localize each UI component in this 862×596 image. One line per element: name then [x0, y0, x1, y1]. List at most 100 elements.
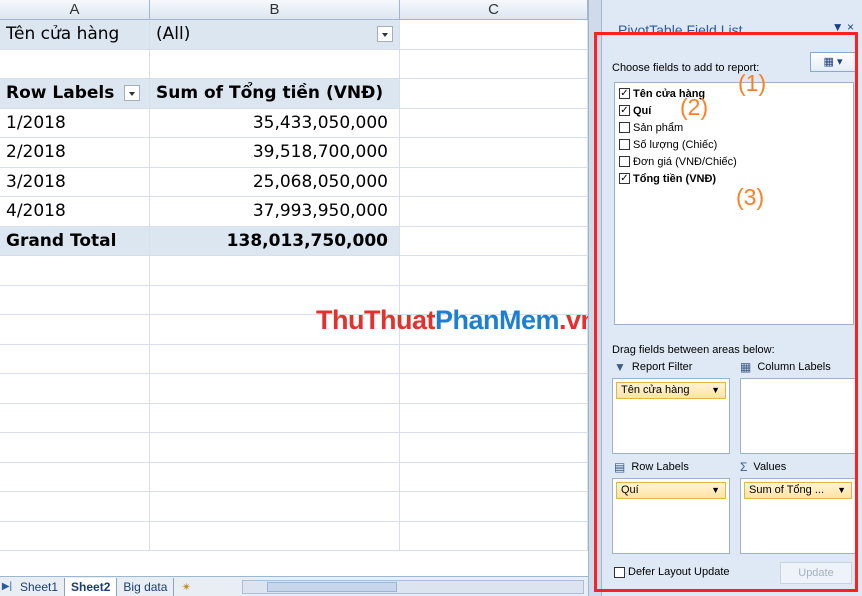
column-labels-area[interactable] [740, 378, 856, 454]
empty-cell[interactable] [400, 167, 588, 196]
empty-cell[interactable] [0, 256, 150, 285]
empty-cell[interactable] [400, 108, 588, 137]
empty-cell[interactable] [0, 374, 150, 403]
sum-header-cell[interactable]: Sum of Tổng tiền (VNĐ) [150, 79, 400, 108]
empty-cell[interactable] [0, 462, 150, 491]
grand-total-label[interactable]: Grand Total [0, 226, 150, 255]
chevron-down-icon[interactable]: ▼ [711, 483, 720, 498]
empty-cell[interactable] [400, 344, 588, 373]
empty-cell[interactable] [0, 521, 150, 550]
empty-cell[interactable] [0, 492, 150, 521]
row-label-cell[interactable]: 3/2018 [0, 167, 150, 196]
table-row [0, 462, 588, 492]
field-item-ten-cua-hang[interactable]: ✓ Tên cửa hàng [619, 85, 849, 102]
empty-cell[interactable] [0, 285, 150, 314]
row-label-cell[interactable]: 4/2018 [0, 197, 150, 226]
pane-splitter[interactable] [588, 0, 602, 596]
empty-cell[interactable] [150, 462, 400, 491]
row-labels-area[interactable]: Quí ▼ [612, 478, 730, 554]
empty-cell[interactable] [0, 315, 150, 344]
row-label-cell[interactable]: 2/2018 [0, 138, 150, 167]
empty-cell[interactable] [150, 256, 400, 285]
filter-label-cell[interactable]: Tên cửa hàng [0, 20, 150, 49]
row-labels-header-cell[interactable]: Row Labels [0, 79, 150, 108]
empty-cell[interactable] [150, 49, 400, 78]
column-header-c[interactable]: C [400, 0, 588, 19]
checkbox-checked-icon[interactable]: ✓ [619, 88, 630, 99]
empty-cell[interactable] [150, 344, 400, 373]
row-value-cell[interactable]: 35,433,050,000 [150, 108, 400, 137]
checkbox-checked-icon[interactable]: ✓ [619, 173, 630, 184]
field-item-tong-tien[interactable]: ✓ Tổng tiền (VNĐ) [619, 170, 849, 187]
table-row: Row Labels Sum of Tổng tiền (VNĐ) [0, 79, 588, 109]
row-value-cell[interactable]: 25,068,050,000 [150, 167, 400, 196]
chevron-down-icon[interactable]: ▼ [711, 383, 720, 398]
empty-cell[interactable] [400, 226, 588, 255]
empty-cell[interactable] [150, 492, 400, 521]
area-title-label: Report Filter [631, 361, 693, 373]
checkbox-icon[interactable] [619, 122, 630, 133]
checkbox-icon[interactable] [619, 156, 630, 167]
empty-cell[interactable] [0, 403, 150, 432]
row-value-cell[interactable]: 37,993,950,000 [150, 197, 400, 226]
row-labels-field-pill[interactable]: Quí ▼ [616, 482, 726, 499]
column-header-b[interactable]: B [150, 0, 400, 19]
empty-cell[interactable] [400, 138, 588, 167]
layout-icon: ▦ ▾ [823, 56, 843, 68]
empty-cell[interactable] [150, 403, 400, 432]
row-labels-title: ▤ Row Labels [614, 460, 689, 474]
report-filter-area[interactable]: Tên cửa hàng ▼ [612, 378, 730, 454]
empty-cell[interactable] [400, 374, 588, 403]
empty-cell[interactable] [400, 256, 588, 285]
field-layout-button[interactable]: ▦ ▾ [810, 52, 856, 72]
field-item-qui[interactable]: ✓ Quí [619, 102, 849, 119]
empty-cell[interactable] [0, 344, 150, 373]
column-headers: A B C [0, 0, 588, 20]
panel-menu-close-icon[interactable]: ▼ × [832, 20, 854, 34]
field-item-don-gia[interactable]: Đơn giá (VNĐ/Chiếc) [619, 153, 849, 170]
filter-value-cell[interactable]: (All) [150, 20, 400, 49]
insert-sheet-icon[interactable]: ✴ [174, 580, 198, 594]
sheet-tab-3[interactable]: Big data [117, 577, 175, 596]
checkbox-icon[interactable] [614, 566, 625, 578]
scrollbar-thumb[interactable] [267, 581, 398, 592]
checkbox-icon[interactable] [619, 139, 630, 150]
empty-cell[interactable] [400, 521, 588, 550]
empty-cell[interactable] [150, 521, 400, 550]
empty-cell[interactable] [400, 79, 588, 108]
column-header-a[interactable]: A [0, 0, 150, 19]
filter-dropdown-button[interactable] [377, 26, 393, 42]
row-labels-filter-button[interactable] [124, 85, 141, 101]
field-item-so-luong[interactable]: Số lượng (Chiếc) [619, 136, 849, 153]
empty-cell[interactable] [400, 403, 588, 432]
chevron-down-icon[interactable]: ▼ [837, 483, 846, 498]
empty-cell[interactable] [150, 374, 400, 403]
empty-cell[interactable] [400, 49, 588, 78]
horizontal-scrollbar[interactable] [242, 579, 584, 594]
empty-cell[interactable] [400, 20, 588, 49]
row-value-cell[interactable]: 39,518,700,000 [150, 138, 400, 167]
row-labels-header: Row Labels [6, 83, 115, 103]
empty-cell[interactable] [400, 492, 588, 521]
values-field-pill[interactable]: Sum of Tổng ... ▼ [744, 482, 852, 499]
sheet-tab-1[interactable]: Sheet1 [14, 577, 66, 596]
report-filter-field-pill[interactable]: Tên cửa hàng ▼ [616, 382, 726, 399]
empty-cell[interactable] [400, 197, 588, 226]
field-item-san-pham[interactable]: Sản phẩm [619, 119, 849, 136]
grand-total-value[interactable]: 138,013,750,000 [150, 226, 400, 255]
update-button[interactable]: Update [780, 562, 852, 584]
defer-layout-update[interactable]: Defer Layout Update [614, 566, 730, 578]
empty-cell[interactable] [0, 49, 150, 78]
tab-scroll-right-icon[interactable]: ▶| [0, 581, 14, 592]
empty-cell[interactable] [400, 433, 588, 462]
row-label-cell[interactable]: 1/2018 [0, 108, 150, 137]
sheet-tab-2[interactable]: Sheet2 [65, 577, 118, 596]
annotation-1: (1) [738, 70, 767, 96]
empty-cell[interactable] [0, 433, 150, 462]
checkbox-checked-icon[interactable]: ✓ [619, 105, 630, 116]
annotation-3: (3) [736, 184, 765, 210]
table-row [0, 256, 588, 286]
values-area[interactable]: Sum of Tổng ... ▼ [740, 478, 856, 554]
empty-cell[interactable] [150, 433, 400, 462]
empty-cell[interactable] [400, 462, 588, 491]
